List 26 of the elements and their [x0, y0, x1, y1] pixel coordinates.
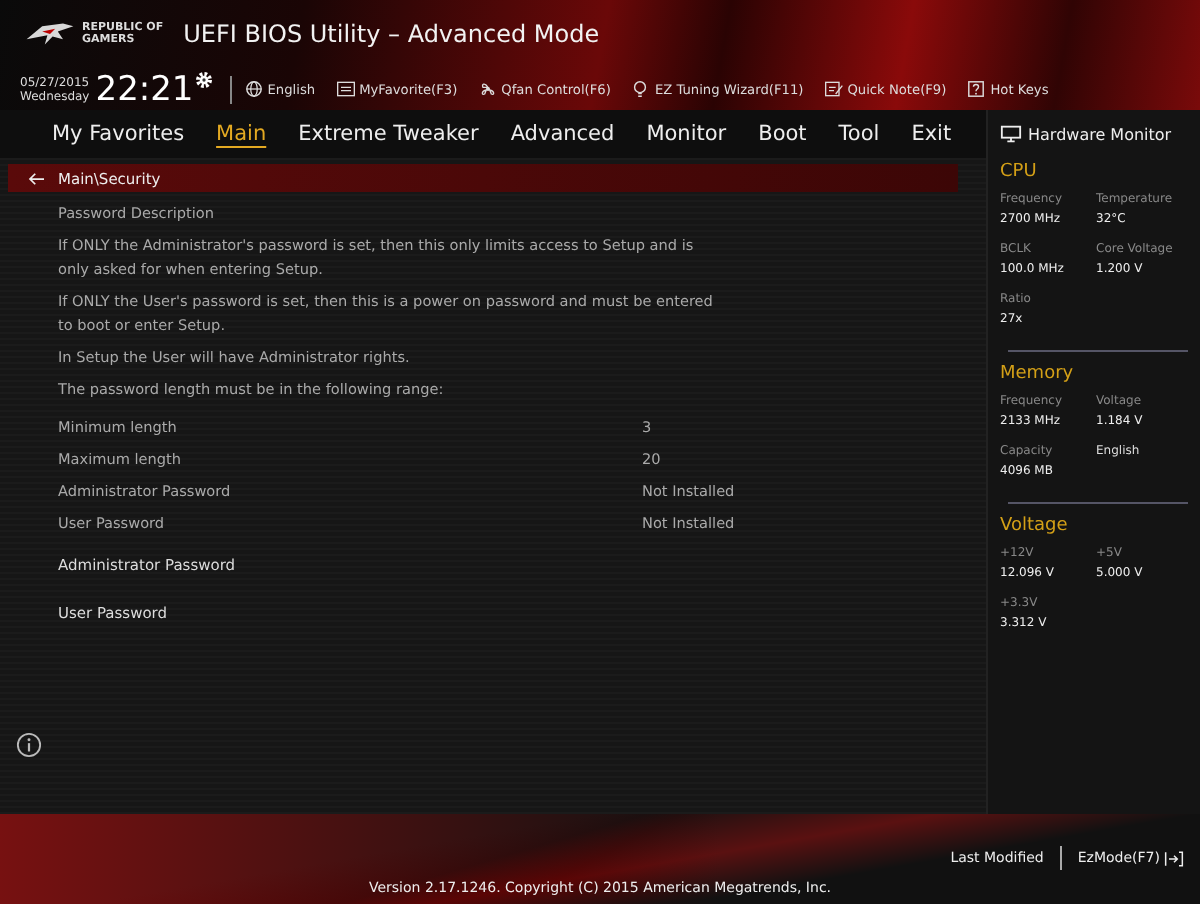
- menu-tab[interactable]: My Favorites: [36, 122, 201, 146]
- section-title: CPU: [1000, 162, 1039, 182]
- window-title: UEFI BIOS Utility – Advanced Mode: [183, 20, 600, 48]
- logo-icon: [24, 20, 76, 48]
- settings-icon[interactable]: [193, 70, 214, 90]
- exit-icon: [1164, 849, 1184, 867]
- menu-tab[interactable]: Tool: [822, 122, 896, 146]
- clock-time: 22:21: [95, 69, 194, 109]
- note-icon: [823, 80, 844, 98]
- monitor-icon: [1000, 124, 1022, 144]
- panel-title: Hardware Monitor: [1028, 125, 1172, 143]
- bulb-icon: [630, 80, 651, 98]
- help-icon: [966, 80, 987, 98]
- menu-tab[interactable]: Advanced: [494, 122, 631, 146]
- menu-tab[interactable]: Exit: [895, 122, 968, 146]
- menu-tab[interactable]: Main: [200, 122, 283, 146]
- section-title: Memory: [1000, 364, 1076, 384]
- fan-icon: [477, 80, 498, 98]
- globe-icon: [243, 80, 264, 98]
- info-icon[interactable]: [16, 732, 42, 758]
- list-icon: [335, 80, 356, 98]
- section-title: Voltage: [1000, 516, 1070, 536]
- menu-tab[interactable]: Boot: [742, 122, 823, 146]
- menu-tab[interactable]: Extreme Tweaker: [282, 122, 495, 146]
- menu-tab[interactable]: Monitor: [630, 122, 743, 146]
- back-arrow-icon[interactable]: [28, 171, 46, 185]
